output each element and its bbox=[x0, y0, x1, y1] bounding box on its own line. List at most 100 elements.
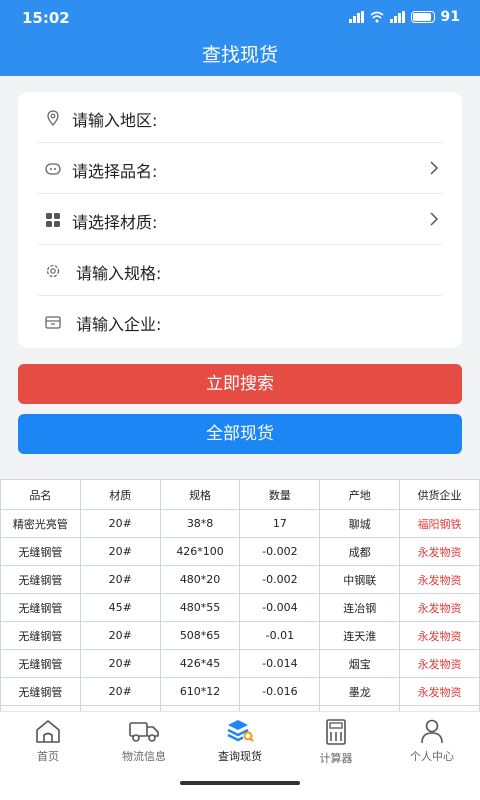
product-name-cell: 无缝钢管 bbox=[0, 537, 81, 566]
truck-icon bbox=[129, 722, 159, 742]
product-name-cell: 无缝钢管 bbox=[0, 649, 81, 678]
material-cell: 20# bbox=[79, 649, 161, 678]
supplier-cell: 永发物资 bbox=[399, 593, 480, 622]
status-bar: 15:02 91 bbox=[0, 0, 480, 34]
tab-calculator-label: 计算器 bbox=[319, 752, 353, 765]
origin-cell: 烟宝 bbox=[319, 649, 401, 678]
battery-level: 91 bbox=[440, 9, 460, 25]
origin-cell: 连冶钢 bbox=[319, 593, 401, 622]
product-name-cell: 无缝钢管 bbox=[0, 593, 81, 622]
table-row[interactable]: 无缝钢管 20# 426*45 -0.014 烟宝 永发物资 bbox=[0, 649, 480, 678]
spec-cell: 480*55 bbox=[159, 593, 241, 622]
quantity-cell: -0.004 bbox=[239, 593, 321, 622]
column-header: 品名 bbox=[0, 479, 81, 510]
top-bar: 15:02 91 查找现货 bbox=[0, 0, 480, 76]
chevron-right-icon bbox=[430, 212, 439, 226]
table-row[interactable]: 无缝钢管 20# 426*100 -0.002 成都 永发物资 bbox=[0, 537, 480, 566]
calculator-icon bbox=[326, 719, 346, 745]
user-icon bbox=[421, 719, 443, 744]
table-row[interactable]: 无缝钢管 45# 480*55 -0.004 连冶钢 永发物资 bbox=[0, 593, 480, 622]
supplier-cell: 永发物资 bbox=[399, 621, 480, 650]
material-cell: 20# bbox=[79, 621, 161, 650]
tab-stock-search-label: 查询现货 bbox=[218, 750, 262, 763]
status-time: 15:02 bbox=[22, 9, 70, 27]
material-cell: 20# bbox=[79, 677, 161, 706]
supplier-cell: 永发物资 bbox=[399, 537, 480, 566]
origin-cell: 中钢联 bbox=[319, 565, 401, 594]
tab-logistics[interactable]: 物流信息 bbox=[96, 718, 192, 774]
column-header: 材质 bbox=[79, 479, 161, 510]
tab-home-label: 首页 bbox=[37, 750, 59, 763]
spec-cell: 610*12 bbox=[159, 677, 241, 706]
home-indicator[interactable] bbox=[180, 781, 300, 785]
spec-field[interactable]: 请输入规格: bbox=[38, 245, 442, 296]
product-name-select[interactable]: 请选择品名: bbox=[38, 143, 442, 194]
material-select[interactable]: 请选择材质: bbox=[38, 194, 442, 245]
store-icon bbox=[45, 316, 61, 329]
home-icon bbox=[36, 720, 60, 743]
quantity-cell: -0.002 bbox=[239, 537, 321, 566]
material-cell: 45# bbox=[79, 593, 161, 622]
company-field[interactable]: 请输入企业: bbox=[38, 296, 442, 347]
spec-cell: 426*45 bbox=[159, 649, 241, 678]
status-icons: 91 bbox=[348, 9, 460, 25]
tab-calculator[interactable]: 计算器 bbox=[288, 718, 384, 774]
stock-table: 品名 材质 规格 数量 产地 供货企业 精密光亮管 20# 38*8 17 聊城… bbox=[0, 479, 480, 711]
table-row[interactable]: 精密光亮管 20# 38*8 17 聊城 福阳钢铁 bbox=[0, 509, 480, 538]
supplier-cell: 永发物资 bbox=[399, 677, 480, 706]
tab-stock-search[interactable]: 查询现货 bbox=[192, 718, 288, 774]
origin-cell: 成都 bbox=[319, 537, 401, 566]
product-name-cell: 精密光亮管 bbox=[0, 509, 81, 538]
material-cell: 20# bbox=[79, 537, 161, 566]
signal-icon bbox=[389, 11, 405, 23]
search-form: 请输入地区: 请选择品名: 请选择材质: 请输入规格: 请输入企业: bbox=[18, 92, 462, 348]
quantity-cell: -0.014 bbox=[239, 649, 321, 678]
chevron-right-icon bbox=[430, 161, 439, 175]
material-cell: 20# bbox=[79, 565, 161, 594]
supplier-cell: 永发物资 bbox=[399, 649, 480, 678]
supplier-cell: 福阳钢铁 bbox=[399, 509, 480, 538]
quantity-cell: -0.002 bbox=[239, 565, 321, 594]
origin-cell: 连天淮 bbox=[319, 621, 401, 650]
origin-cell: 墨龙 bbox=[319, 677, 401, 706]
all-stock-button[interactable]: 全部现货 bbox=[18, 414, 462, 454]
location-pin-icon bbox=[47, 110, 59, 126]
tag-icon bbox=[45, 163, 61, 175]
column-header: 规格 bbox=[159, 479, 241, 510]
table-row[interactable]: 无缝钢管 20# 610*12 -0.016 墨龙 永发物资 bbox=[0, 677, 480, 706]
quantity-cell: -0.01 bbox=[239, 621, 321, 650]
product-name-cell: 无缝钢管 bbox=[0, 621, 81, 650]
material-cell: 20# bbox=[79, 509, 161, 538]
product-name-cell: 无缝钢管 bbox=[0, 677, 81, 706]
spec-label: 请输入规格: bbox=[76, 264, 162, 283]
stack-search-icon bbox=[227, 720, 254, 742]
cellular-signal-icon bbox=[348, 11, 364, 23]
region-field[interactable]: 请输入地区: bbox=[38, 92, 442, 143]
spec-cell: 426*100 bbox=[159, 537, 241, 566]
table-header-row: 品名 材质 规格 数量 产地 供货企业 bbox=[0, 479, 480, 510]
spec-cell: 38*8 bbox=[159, 509, 241, 538]
supplier-cell: 永发物资 bbox=[399, 565, 480, 594]
tab-home[interactable]: 首页 bbox=[0, 718, 96, 774]
company-label: 请输入企业: bbox=[76, 315, 162, 334]
quantity-cell: -0.016 bbox=[239, 677, 321, 706]
region-label: 请输入地区: bbox=[72, 111, 158, 130]
quantity-cell: 17 bbox=[239, 509, 321, 538]
tab-profile-label: 个人中心 bbox=[410, 750, 454, 763]
gear-icon bbox=[46, 264, 60, 278]
search-button[interactable]: 立即搜索 bbox=[18, 364, 462, 404]
product-name-cell: 无缝钢管 bbox=[0, 565, 81, 594]
tab-profile[interactable]: 个人中心 bbox=[384, 718, 480, 774]
origin-cell: 聊城 bbox=[319, 509, 401, 538]
table-row[interactable]: 无缝钢管 20# 480*20 -0.002 中钢联 永发物资 bbox=[0, 565, 480, 594]
wifi-icon bbox=[370, 11, 384, 23]
column-header: 数量 bbox=[239, 479, 321, 510]
battery-icon bbox=[410, 11, 435, 23]
tab-logistics-label: 物流信息 bbox=[122, 750, 166, 763]
product-name-label: 请选择品名: bbox=[72, 162, 158, 181]
column-header: 供货企业 bbox=[399, 479, 480, 510]
bottom-tab-bar: 首页 物流信息 查询现货 计算器 个人中心 bbox=[0, 711, 480, 800]
material-label: 请选择材质: bbox=[72, 213, 158, 232]
spec-cell: 480*20 bbox=[159, 565, 241, 594]
table-row[interactable]: 无缝钢管 20# 508*65 -0.01 连天淮 永发物资 bbox=[0, 621, 480, 650]
